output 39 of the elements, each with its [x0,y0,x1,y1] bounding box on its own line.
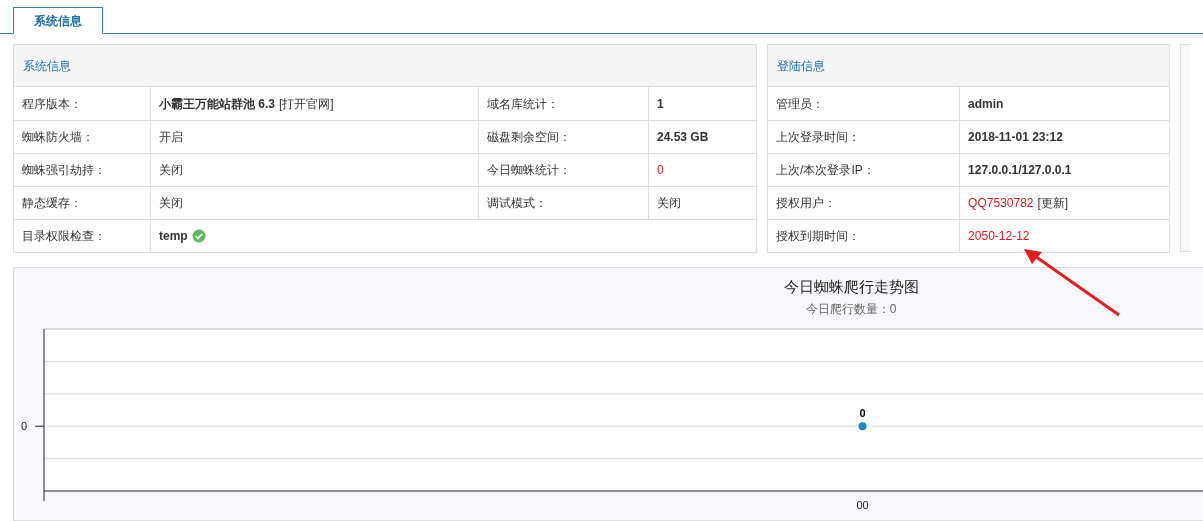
value-text: 0 [657,162,664,179]
chart-title: 今日蜘蛛爬行走势图 [782,277,920,297]
chart-subtitle: 今日爬行数量：0 [804,301,898,318]
data-label: 0 [859,407,866,420]
value-text: admin [968,95,1004,113]
field-label: 上次登录时间： [776,129,861,146]
field-label: 域名库统计： [487,95,559,113]
value-text: 2018-11-01 23:12 [968,129,1063,146]
value-text: 1 [657,95,664,113]
field-label: 管理员： [776,95,825,113]
field-label: 磁盘剩余空间： [487,129,571,146]
field-label: 上次/本次登录IP： [776,162,875,179]
value-text: 关闭 [657,195,681,212]
field-label: 目录权限检查： [22,228,106,245]
field-label: 调试模式： [487,195,547,212]
field-label: 静态缓存： [22,195,82,212]
panel-title: 登陆信息 [777,57,826,75]
value-text: 关闭 [159,162,183,179]
field-label: 授权用户： [776,195,837,212]
value-text: QQ7530782 [968,195,1034,212]
field-label: 今日蜘蛛统计： [487,162,571,179]
axis-tick-label: 0 [20,420,27,433]
panel-title: 系统信息 [23,57,71,75]
value-text: 127.0.0.1/127.0.0.1 [968,162,1072,179]
value-text: 24.53 GB [657,129,709,146]
value-text: 关闭 [159,195,183,212]
tab[interactable]: 系统信息 [13,7,103,34]
value-text: 开启 [159,129,183,146]
field-label: 程序版本： [22,95,82,113]
link[interactable]: [打开官网] [279,94,334,113]
link[interactable]: [更新] [1037,194,1069,212]
field-label: 蜘蛛强引劫持： [22,162,106,179]
value-text: 2050-12-12 [968,228,1030,245]
field-label: 授权到期时间： [776,228,861,245]
axis-tick-label: 00 [856,499,869,511]
field-label: 蜘蛛防火墙： [22,129,94,146]
value-text: temp [159,228,188,245]
data-point [858,422,867,431]
value-text: 小霸王万能站群池 6.3 [159,95,275,113]
